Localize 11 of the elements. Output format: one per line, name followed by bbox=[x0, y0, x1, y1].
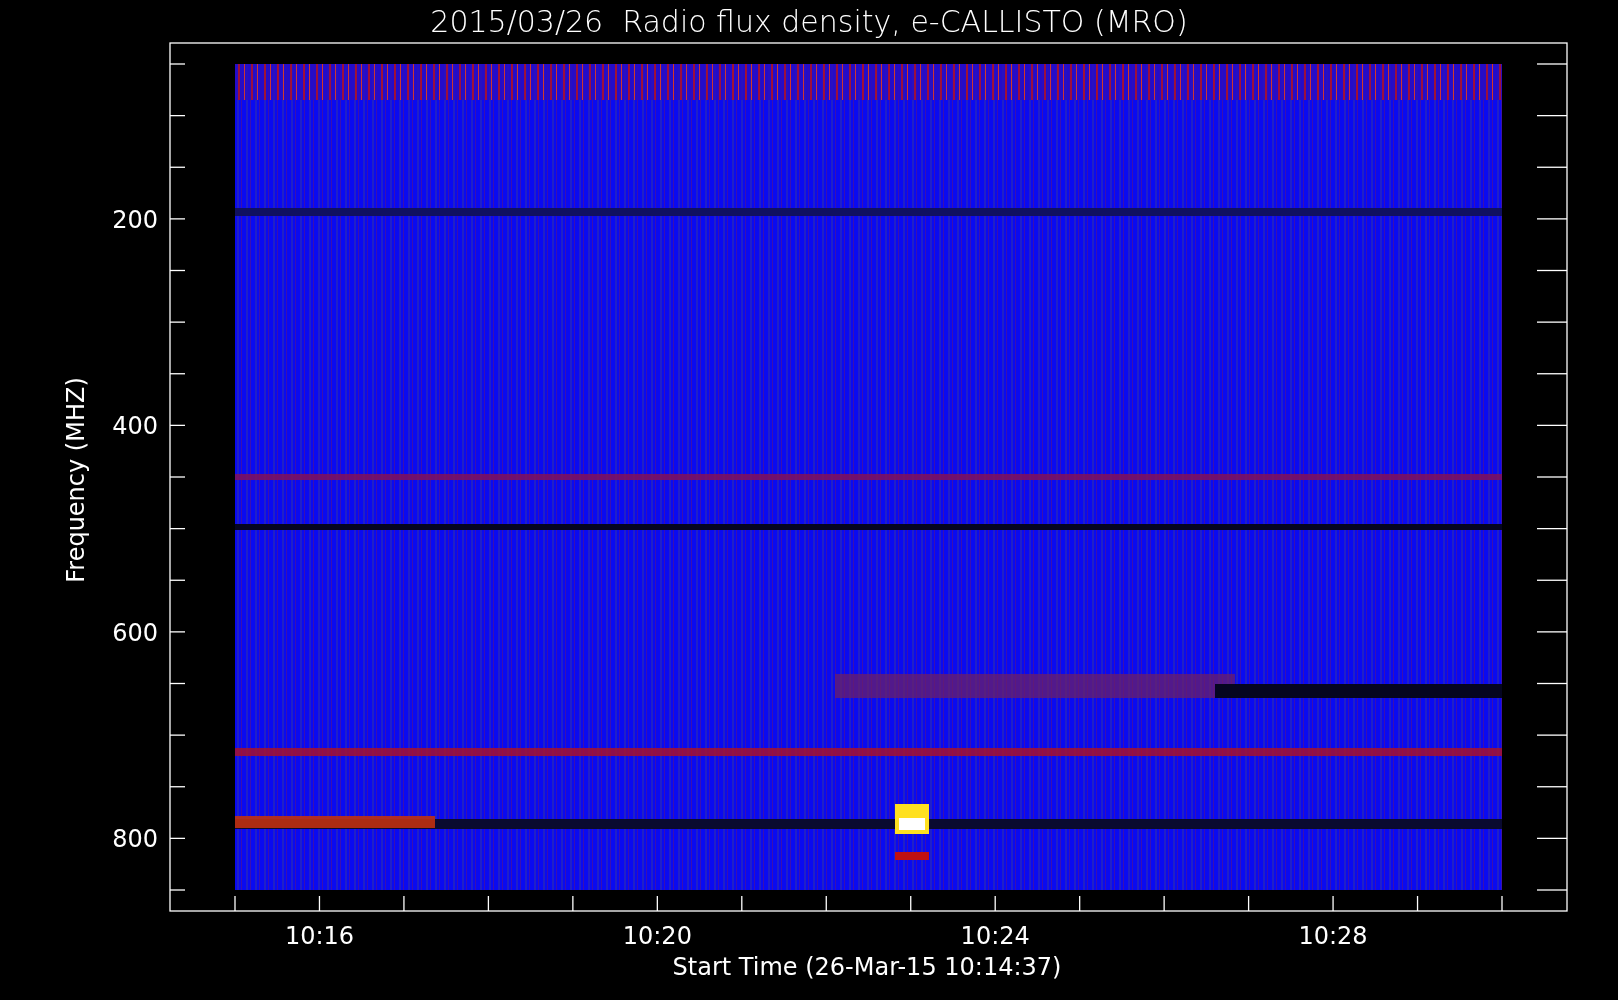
tick-label: 400 bbox=[112, 412, 158, 441]
chart-title: 2015/03/26 Radio flux density, e-CALLISTO (MRO) bbox=[430, 4, 1188, 39]
axis-label: Start Time (26-Mar-15 10:14:37) bbox=[672, 953, 1062, 981]
tick-label: 800 bbox=[112, 825, 158, 854]
axis-label: Frequency (MHZ) bbox=[62, 377, 90, 583]
tick-label: 10:24 bbox=[960, 922, 1030, 950]
tick-label: 600 bbox=[112, 618, 158, 647]
tick-label: 10:16 bbox=[284, 922, 355, 950]
tick-label: 10:20 bbox=[622, 922, 692, 950]
tick-label: 10:28 bbox=[1298, 922, 1368, 950]
tick-label: 200 bbox=[112, 205, 158, 234]
